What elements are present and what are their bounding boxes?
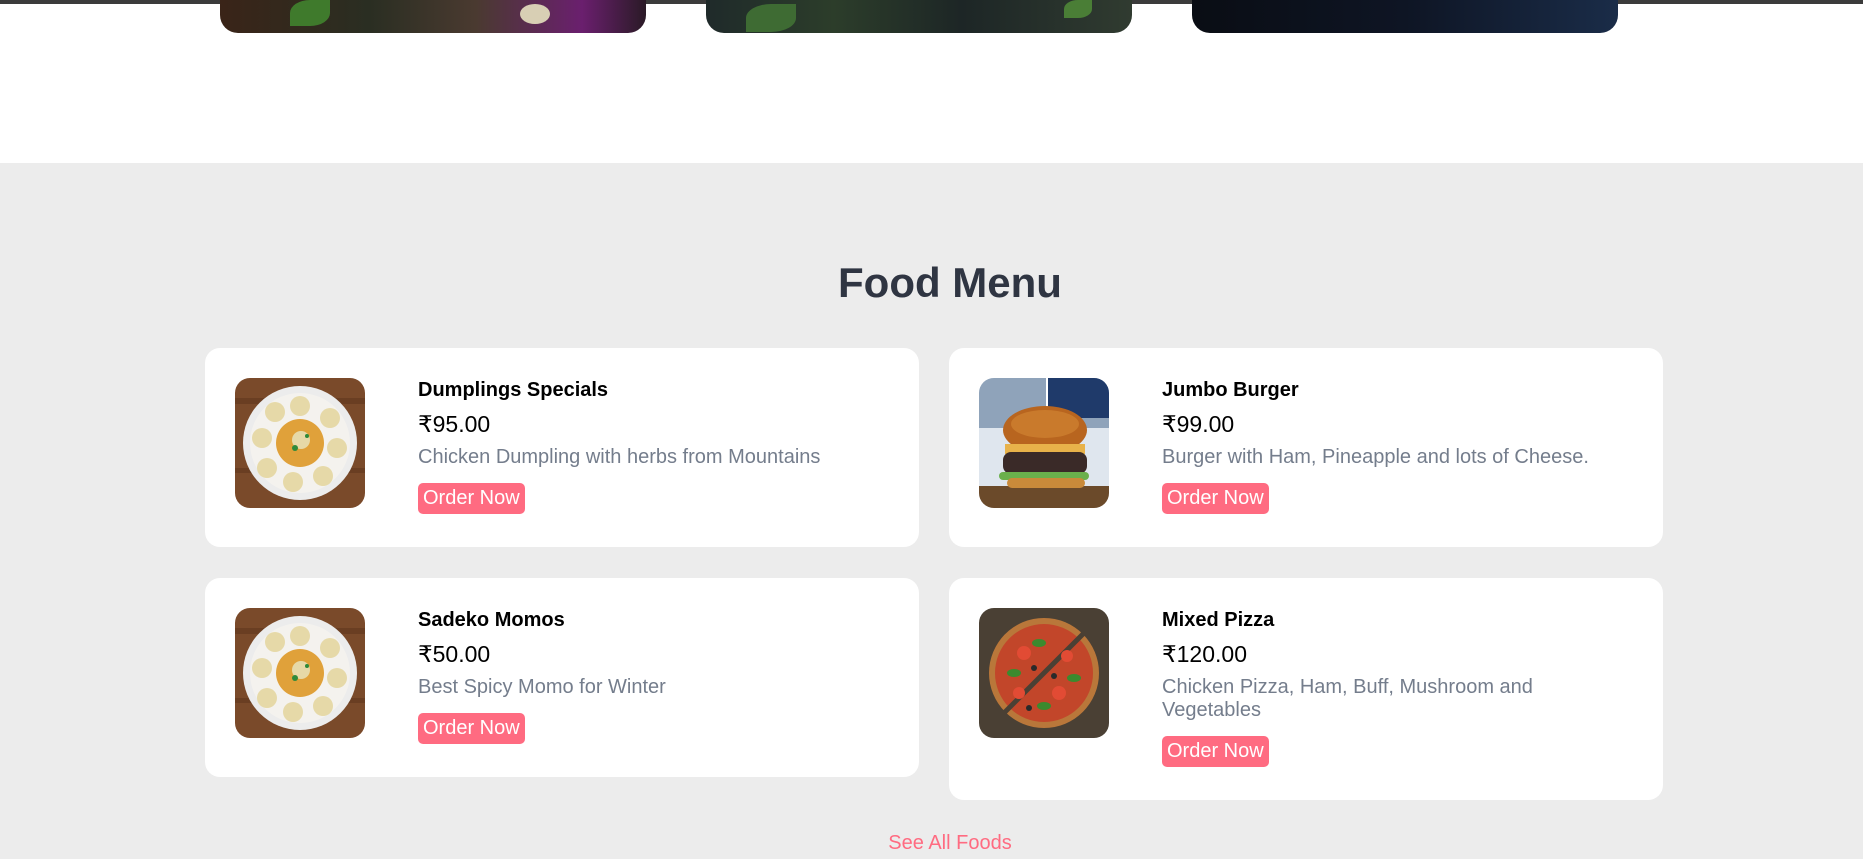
food-name: Sadeko Momos xyxy=(418,609,565,631)
food-menu-section: Food Menu Dumplings Specials ₹95.00 Chic… xyxy=(0,163,1863,859)
food-card: Sadeko Momos ₹50.00 Best Spicy Momo for … xyxy=(205,578,919,777)
food-price: ₹99.00 xyxy=(1162,411,1235,437)
food-name: Dumplings Specials xyxy=(418,379,609,401)
category-card-image[interactable] xyxy=(220,0,646,33)
food-name: Jumbo Burger xyxy=(1162,379,1299,401)
food-card: Dumplings Specials ₹95.00 Chicken Dumpli… xyxy=(205,348,919,547)
food-price: ₹50.00 xyxy=(418,641,491,667)
see-all-foods-link[interactable]: See All Foods xyxy=(0,832,1863,855)
food-description: Burger with Ham, Pineapple and lots of C… xyxy=(1162,446,1589,468)
order-now-button[interactable]: Order Now xyxy=(418,713,525,744)
food-card: Jumbo Burger ₹99.00 Burger with Ham, Pin… xyxy=(949,348,1663,547)
burger-image xyxy=(979,378,1109,508)
order-now-button[interactable]: Order Now xyxy=(1162,736,1269,767)
food-card: Mixed Pizza ₹120.00 Chicken Pizza, Ham, … xyxy=(949,578,1663,800)
momos-image xyxy=(235,608,365,738)
order-now-button[interactable]: Order Now xyxy=(418,483,525,514)
food-price: ₹95.00 xyxy=(418,411,491,437)
section-title: Food Menu xyxy=(838,259,1062,306)
food-description: Best Spicy Momo for Winter xyxy=(418,676,666,698)
category-card-image[interactable] xyxy=(706,0,1132,33)
herb-leaf-decoration xyxy=(746,4,796,32)
order-now-button[interactable]: Order Now xyxy=(1162,483,1269,514)
food-description: Chicken Pizza, Ham, Buff, Mushroom and V… xyxy=(1162,676,1533,721)
category-card-image[interactable] xyxy=(1192,0,1618,33)
herb-leaf-decoration xyxy=(1064,0,1092,18)
food-price: ₹120.00 xyxy=(1162,641,1247,667)
food-description: Chicken Dumpling with herbs from Mountai… xyxy=(418,446,821,468)
pizza-image xyxy=(979,608,1109,738)
garlic-decoration xyxy=(520,4,550,24)
food-name: Mixed Pizza xyxy=(1162,609,1275,631)
herb-leaf-decoration xyxy=(290,0,330,26)
dumplings-image xyxy=(235,378,365,508)
